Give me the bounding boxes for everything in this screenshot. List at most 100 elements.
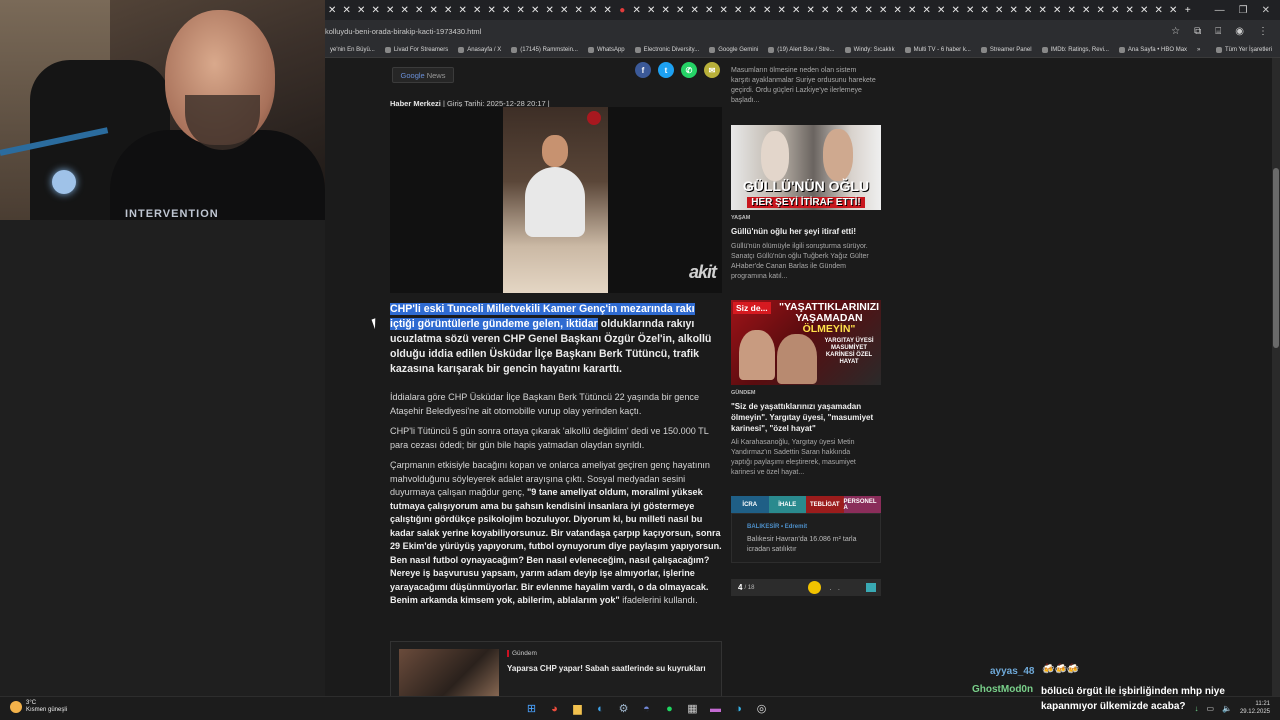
browser-tab[interactable]: ✕ [485,0,500,20]
browser-tab[interactable]: ✕ [920,0,935,20]
bookmark-item[interactable]: Electronic Diversity... [630,46,705,53]
browser-tab[interactable]: ✕ [659,0,674,20]
twitter-share-icon[interactable]: t [658,62,674,78]
browser-tab[interactable]: ✕ [644,0,659,20]
restore-icon[interactable]: ❐ [1239,5,1248,16]
browser-tab[interactable]: ✕ [340,0,355,20]
bookmark-item[interactable]: (19) Alert Box / Stre... [763,46,839,53]
steam-icon[interactable]: ⚙ [615,700,632,717]
browser-tab[interactable]: ✕ [717,0,732,20]
browser-tab[interactable]: ✕ [1050,0,1065,20]
browser-tab[interactable]: ✕ [862,0,877,20]
browser-tab[interactable]: ✕ [804,0,819,20]
windows-start-icon[interactable]: ⊞ [523,700,540,717]
browser-tab[interactable]: ✕ [891,0,906,20]
file-explorer-icon[interactable]: ▆ [569,700,586,717]
spotify-icon[interactable]: ● [661,700,678,717]
browser-tab[interactable]: ● [615,0,630,20]
bookmark-item[interactable]: Windy: Sıcaklık [840,46,900,53]
browser-tab[interactable]: ✕ [847,0,862,20]
browser-tab[interactable]: ✕ [572,0,587,20]
browser-tab[interactable]: ✕ [1152,0,1167,20]
discord-icon[interactable]: ◓ [638,700,655,717]
tab-ihale[interactable]: İHALE [768,496,806,513]
url-input[interactable]: kolluydu-beni-orada-birakip-kacti-197343… [325,27,481,36]
browser-tab[interactable]: ✕ [1079,0,1094,20]
browser-tab[interactable]: ✕ [325,0,340,20]
browser-tab[interactable]: ✕ [688,0,703,20]
edge-icon[interactable]: ◐ [592,700,609,717]
browser-tab[interactable]: ✕ [1036,0,1051,20]
browser-tab[interactable]: ✕ [528,0,543,20]
card2-image[interactable]: Siz de... "YAŞATTIKLARINIZI YAŞAMADAN ÖL… [731,300,881,385]
email-share-icon[interactable]: ✉ [704,62,720,78]
obs-icon[interactable]: ◎ [753,700,770,717]
bookmark-item[interactable]: Multi TV - 6 haber k... [900,46,976,53]
browser-tab[interactable]: ✕ [963,0,978,20]
browser-tab[interactable]: ✕ [1021,0,1036,20]
browser-tab[interactable]: ✕ [383,0,398,20]
browser-tab[interactable]: ✕ [949,0,964,20]
bookmark-item[interactable]: (17145) Rammstein... [506,46,583,53]
card1-title[interactable]: Güllü'nün oğlu her şeyi itiraf etti! [731,226,881,237]
chrome-icon[interactable]: ◕ [546,700,563,717]
all-bookmarks-button[interactable]: Tüm Yer İşaretleri [1211,46,1280,53]
bookmark-item[interactable]: Google Gemini [704,46,763,53]
bookmark-item[interactable]: Anasayfa / X [453,46,506,53]
browser-tab[interactable]: ✕ [934,0,949,20]
browser-tab[interactable]: ✕ [833,0,848,20]
page-scrollbar[interactable] [1272,58,1280,696]
browser-tab[interactable]: ✕ [702,0,717,20]
bookmark-item[interactable]: ye'nin En Büyü... [325,47,380,53]
bookmark-item[interactable]: Ana Sayfa • HBO Max [1114,46,1192,53]
browser-tab[interactable]: ✕ [731,0,746,20]
tab-personel[interactable]: PERSONEL A [843,496,881,513]
browser-tab[interactable]: ✕ [760,0,775,20]
browser-tab[interactable]: ✕ [412,0,427,20]
whatsapp-share-icon[interactable]: ✆ [681,62,697,78]
profile-icon[interactable]: ◉ [1235,26,1244,37]
bookmark-item[interactable]: WhatsApp [583,46,630,53]
browser-tab[interactable]: ✕ [789,0,804,20]
browser-tab[interactable]: ✕ [992,0,1007,20]
browser-tab[interactable]: ✕ [978,0,993,20]
scrollbar-thumb[interactable] [1273,168,1279,348]
browser-tab[interactable]: ✕ [1123,0,1138,20]
media-icon[interactable]: ⌸ [1215,26,1221,37]
bookmarks-more-button[interactable]: » [1192,47,1205,53]
browser-tab[interactable]: ✕ [557,0,572,20]
weather-widget[interactable]: 3°C Kısmen güneşli [10,700,67,714]
ihale-list-item[interactable]: BALIKESİR • Edremit Balıkesir Havran'da … [731,513,881,563]
menu-icon[interactable]: ⋮ [1258,26,1268,37]
browser-tab[interactable]: ✕ [354,0,369,20]
card2-title[interactable]: "Siz de yaşattıklarınızı yaşamadan ölmey… [731,401,881,434]
bookmark-star-icon[interactable]: ☆ [1171,26,1180,37]
calculator-icon[interactable]: ▦ [684,700,701,717]
browser-tab[interactable]: ✕ [427,0,442,20]
browser-tab[interactable]: ✕ [775,0,790,20]
tab-tebligat[interactable]: TEBLİGAT [806,496,844,513]
browser-tab[interactable]: ✕ [470,0,485,20]
new-tab-button[interactable]: + [1181,0,1196,20]
app-icon[interactable]: ▬ [707,700,724,717]
google-news-button[interactable]: Google News [392,67,454,83]
browser-tab[interactable]: ✕ [441,0,456,20]
browser-tab[interactable]: ✕ [1108,0,1123,20]
edge-dev-icon[interactable]: ◑ [730,700,747,717]
bookmark-item[interactable]: IMDb: Ratings, Revi... [1037,46,1114,53]
related-article-card[interactable]: Gündem Yaparsa CHP yapar! Sabah saatleri… [390,641,722,696]
close-window-icon[interactable]: ✕ [1262,5,1270,16]
bookmark-item[interactable]: Livad For Streamers [380,46,453,53]
browser-tab[interactable]: ✕ [905,0,920,20]
browser-tab[interactable]: ✕ [876,0,891,20]
browser-tab[interactable]: ✕ [746,0,761,20]
pager-dots[interactable]: .. [829,583,845,592]
card1-image[interactable]: GÜLLÜ'NÜN OĞLU HER ŞEYİ İTİRAF ETTİ! [731,125,881,210]
browser-tab[interactable]: ✕ [601,0,616,20]
browser-tab[interactable]: ✕ [1065,0,1080,20]
browser-tab[interactable]: ✕ [369,0,384,20]
browser-tab[interactable]: ✕ [543,0,558,20]
browser-tab[interactable]: ✕ [1137,0,1152,20]
browser-tab[interactable]: ✕ [673,0,688,20]
video-player[interactable]: akit [390,107,722,293]
